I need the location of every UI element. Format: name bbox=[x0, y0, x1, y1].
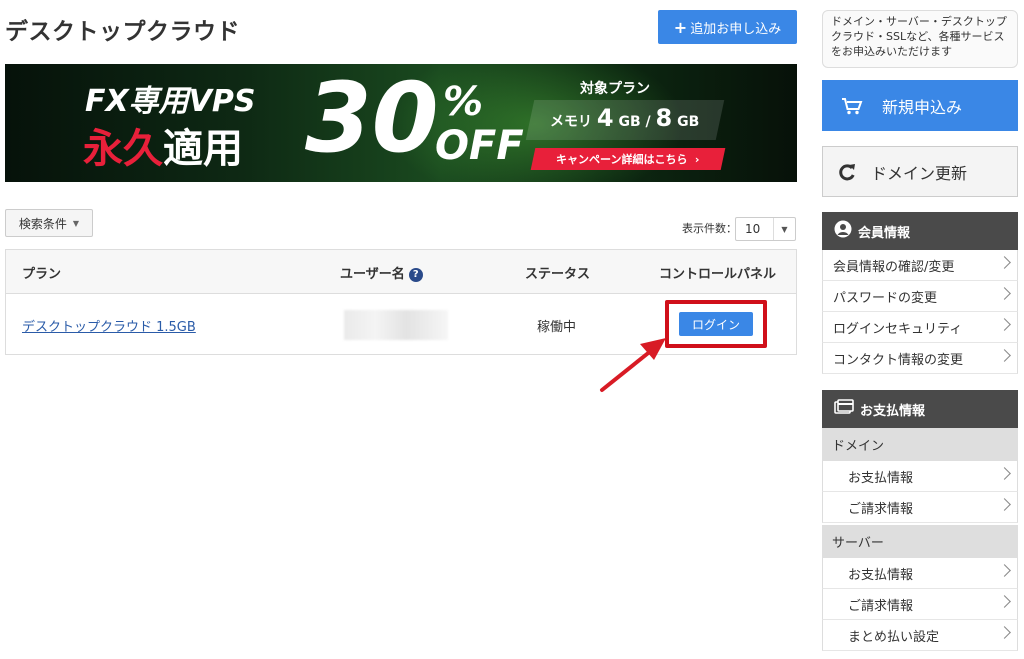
chevron-right-icon bbox=[998, 626, 1011, 639]
campaign-details-label: キャンペーン詳細はこちら bbox=[556, 153, 688, 166]
menu-item-label: コンタクト情報の変更 bbox=[833, 352, 964, 368]
banner-memory-unit-2: GB bbox=[677, 114, 700, 130]
banner-tekiyo: 適用 bbox=[163, 126, 243, 172]
menu-item-label: ログインセキュリティ bbox=[833, 321, 963, 337]
member-section-header: 会員情報 bbox=[822, 212, 1018, 250]
banner-percent-sign: % bbox=[443, 79, 484, 125]
member-menu-item[interactable]: ログインセキュリティ bbox=[822, 312, 1018, 343]
payment-menu-item[interactable]: ご請求情報 bbox=[822, 492, 1018, 523]
chevron-right-icon bbox=[998, 256, 1011, 269]
campaign-details-link[interactable]: キャンペーン詳細はこちら › bbox=[530, 148, 726, 170]
header-username-label: ユーザー名 bbox=[340, 267, 405, 282]
chevron-right-icon bbox=[998, 595, 1011, 608]
chevron-right-icon bbox=[998, 564, 1011, 577]
page-title: デスクトップクラウド bbox=[5, 19, 240, 45]
plan-link[interactable]: デスクトップクラウド 1.5GB bbox=[22, 316, 196, 335]
campaign-banner[interactable]: FX専用VPS 永久適用 30 % OFF 対象プラン メモリ 4 GB / 8… bbox=[5, 64, 797, 182]
service-table: プラン ユーザー名? ステータス コントロールパネル デスクトップクラウド 1.… bbox=[5, 249, 797, 355]
banner-memory-text: メモリ 4 GB / 8 GB bbox=[550, 104, 700, 132]
payment-section-title: お支払情報 bbox=[860, 403, 926, 419]
display-count-label: 表示件数： bbox=[682, 222, 737, 235]
caret-down-icon: ▼ bbox=[72, 218, 80, 228]
banner-headline: FX専用VPS bbox=[85, 84, 256, 119]
menu-item-label: 会員情報の確認/変更 bbox=[833, 259, 955, 275]
refresh-icon bbox=[823, 162, 871, 182]
payment-menu-item[interactable]: お支払情報 bbox=[822, 461, 1018, 492]
chevron-right-icon bbox=[998, 467, 1011, 480]
menu-item-label: お支払情報 bbox=[848, 567, 914, 583]
caret-down-icon: ▼ bbox=[773, 218, 795, 240]
payment-group-domain: ドメイン bbox=[822, 428, 1018, 461]
banner-discount-number: 30 bbox=[305, 64, 439, 174]
display-count-select[interactable]: 10 ▼ bbox=[735, 217, 796, 241]
banner-off: OFF bbox=[435, 123, 524, 169]
table-row: デスクトップクラウド 1.5GB 稼働中 ログイン bbox=[6, 294, 796, 355]
cart-icon bbox=[822, 97, 882, 115]
sidebar-notice: ドメイン・サーバー・デスクトップクラウド・SSLなど、各種サービスをお申込みいた… bbox=[822, 10, 1018, 68]
credit-card-icon bbox=[834, 399, 854, 419]
user-icon bbox=[834, 220, 852, 242]
payment-group-server: サーバー bbox=[822, 525, 1018, 558]
login-button[interactable]: ログイン bbox=[679, 312, 753, 336]
menu-item-label: パスワードの変更 bbox=[833, 290, 938, 306]
member-section-title: 会員情報 bbox=[858, 225, 911, 241]
status-text: 稼働中 bbox=[537, 320, 577, 335]
search-conditions-label: 検索条件 bbox=[18, 216, 67, 231]
chevron-right-icon bbox=[998, 349, 1011, 362]
menu-item-label: お支払情報 bbox=[848, 470, 914, 486]
member-menu-item[interactable]: パスワードの変更 bbox=[822, 281, 1018, 312]
banner-memory-label: メモリ bbox=[550, 114, 592, 130]
banner-memory-to: 8 bbox=[655, 104, 673, 132]
new-order-button[interactable]: 新規申込み bbox=[822, 80, 1018, 131]
menu-item-label: ご請求情報 bbox=[848, 501, 914, 517]
red-arrow-icon bbox=[600, 338, 666, 392]
login-highlight-box: ログイン bbox=[665, 300, 767, 348]
search-conditions-button[interactable]: 検索条件 ▼ bbox=[5, 209, 93, 237]
chevron-right-icon bbox=[998, 318, 1011, 331]
blurred-username bbox=[344, 310, 448, 340]
header-plan: プラン bbox=[22, 267, 62, 282]
plus-icon: + bbox=[673, 17, 688, 37]
header-status: ステータス bbox=[525, 267, 591, 282]
header-username: ユーザー名? bbox=[340, 263, 423, 282]
payment-menu-item[interactable]: まとめ払い設定 bbox=[822, 620, 1018, 651]
chevron-right-icon bbox=[998, 498, 1011, 511]
member-menu-item[interactable]: 会員情報の確認/変更 bbox=[822, 250, 1018, 281]
add-order-label: 追加お申し込み bbox=[690, 21, 782, 37]
help-icon[interactable]: ? bbox=[408, 268, 423, 282]
add-order-button[interactable]: + 追加お申し込み bbox=[658, 10, 797, 44]
payment-menu-item[interactable]: ご請求情報 bbox=[822, 589, 1018, 620]
banner-eikyu: 永久 bbox=[83, 126, 163, 172]
main-content: デスクトップクラウド + 追加お申し込み FX専用VPS 永久適用 30 % O… bbox=[0, 0, 800, 659]
chevron-right-icon: › bbox=[695, 152, 700, 166]
table-header: プラン ユーザー名? ステータス コントロールパネル bbox=[6, 250, 796, 294]
header-control-panel: コントロールパネル bbox=[659, 267, 777, 282]
domain-renew-button[interactable]: ドメイン更新 bbox=[822, 146, 1018, 197]
menu-item-label: まとめ払い設定 bbox=[848, 629, 940, 645]
member-menu-item[interactable]: コンタクト情報の変更 bbox=[822, 343, 1018, 374]
banner-memory-from: 4 bbox=[596, 104, 614, 132]
menu-item-label: ご請求情報 bbox=[848, 598, 914, 614]
banner-plan-label: 対象プラン bbox=[580, 81, 650, 97]
banner-memory-unit-1: GB bbox=[618, 114, 641, 130]
domain-renew-label: ドメイン更新 bbox=[871, 163, 968, 183]
payment-section-header: お支払情報 bbox=[822, 390, 1018, 428]
banner-subheadline: 永久適用 bbox=[83, 116, 243, 174]
display-count-value: 10 bbox=[745, 222, 761, 236]
chevron-right-icon bbox=[998, 287, 1011, 300]
new-order-label: 新規申込み bbox=[882, 97, 963, 117]
payment-menu-item[interactable]: お支払情報 bbox=[822, 558, 1018, 589]
